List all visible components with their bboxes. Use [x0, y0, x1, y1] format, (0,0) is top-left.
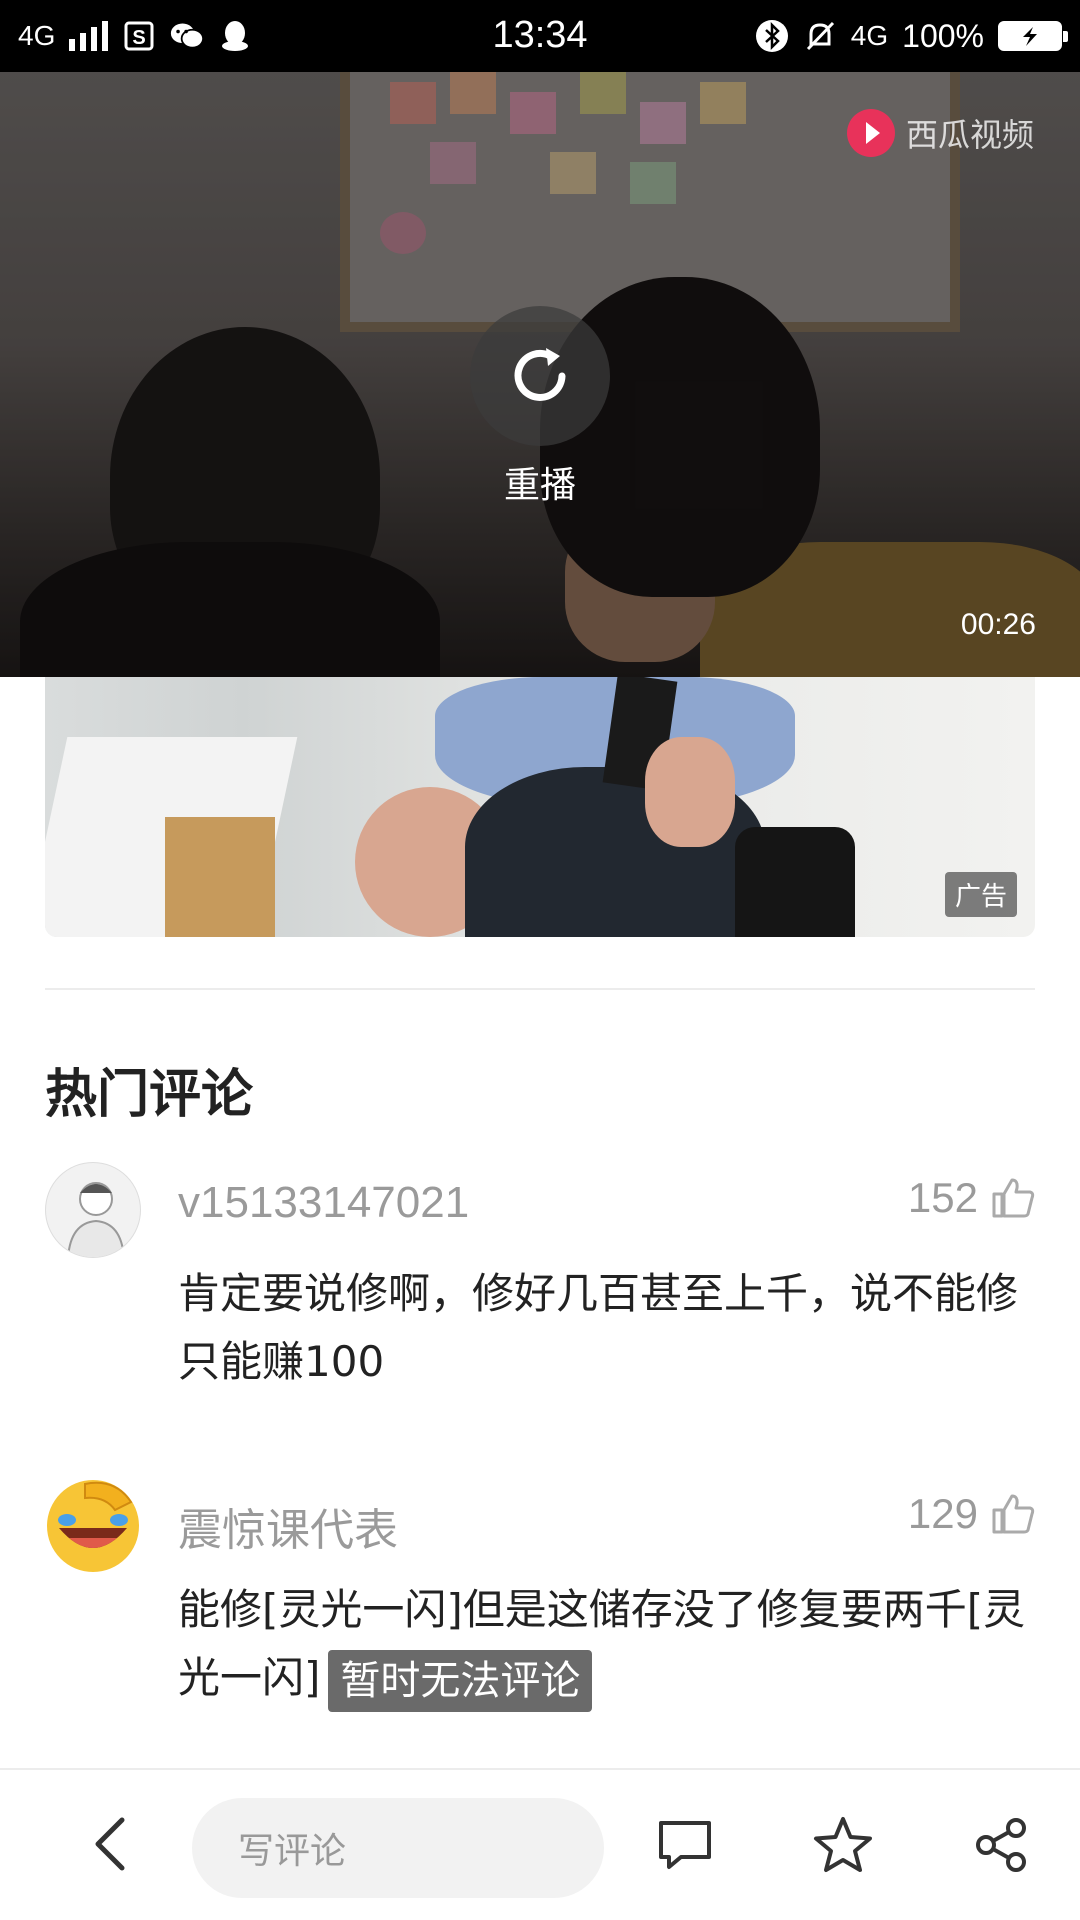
favorite-button[interactable] [808, 1810, 878, 1880]
status-right: 4G 100% [755, 16, 1068, 56]
like-button[interactable]: 152 [908, 1174, 1036, 1222]
ad-hand [645, 737, 735, 847]
section-divider [45, 988, 1035, 990]
replay-button[interactable] [470, 306, 610, 446]
write-comment-input[interactable]: 写评论 [192, 1798, 604, 1898]
thumbs-up-icon [992, 1494, 1035, 1534]
logo-text: 西瓜视频 [906, 116, 1035, 154]
comments-button[interactable] [650, 1810, 720, 1880]
comment-text-content: 能修[灵光一闪]但是这储存没了修复要两千[灵光一闪] [178, 1585, 1026, 1702]
ad-badge: 广告 [944, 872, 1017, 917]
share-icon [976, 1818, 1026, 1872]
comment-text: 肯定要说修啊，修好几百甚至上千，说不能修只能赚100 [178, 1269, 1019, 1386]
like-button[interactable]: 129 [908, 1490, 1036, 1538]
like-count: 152 [907, 1174, 978, 1221]
video-duration: 00:26 [960, 608, 1036, 641]
network-type-right: 4G [850, 20, 889, 51]
back-button[interactable] [80, 1814, 140, 1874]
comment-icon [659, 1821, 711, 1869]
ad-box [165, 817, 275, 937]
star-icon [814, 1817, 872, 1872]
avatar[interactable] [45, 1478, 141, 1574]
back-arrow-icon [95, 1817, 125, 1871]
battery-charging-icon [998, 21, 1068, 51]
thumbs-up-icon [992, 1178, 1035, 1218]
bluetooth-icon [755, 19, 789, 53]
hot-comments-title: 热门评论 [45, 1065, 254, 1125]
bottom-action-bar: 写评论 [0, 1768, 1080, 1920]
battery-percent: 100% [902, 17, 984, 54]
xigua-video-logo: 西瓜视频 [844, 106, 1034, 160]
replay-icon [514, 348, 566, 401]
comment-username[interactable]: 震惊课代表 [178, 1494, 398, 1558]
mute-icon [803, 19, 837, 53]
like-count: 129 [907, 1490, 978, 1537]
video-player[interactable]: 西瓜视频 重播 00:26 [0, 72, 1080, 677]
replay-label[interactable]: 重播 [440, 456, 640, 508]
status-bar: 4G S 13:34 4G 100% [0, 0, 1080, 72]
avatar[interactable] [45, 1162, 141, 1258]
ad-banner[interactable]: 广告 [45, 677, 1035, 937]
ad-chair [735, 827, 855, 937]
comment-username[interactable]: v15133147021 [178, 1178, 469, 1228]
xigua-logo-icon [847, 109, 895, 157]
share-button[interactable] [966, 1810, 1036, 1880]
comment-text: 能修[灵光一闪]但是这储存没了修复要两千[灵光一闪] 暂时无法评论 [178, 1576, 1038, 1712]
toast-message: 暂时无法评论 [328, 1649, 593, 1712]
